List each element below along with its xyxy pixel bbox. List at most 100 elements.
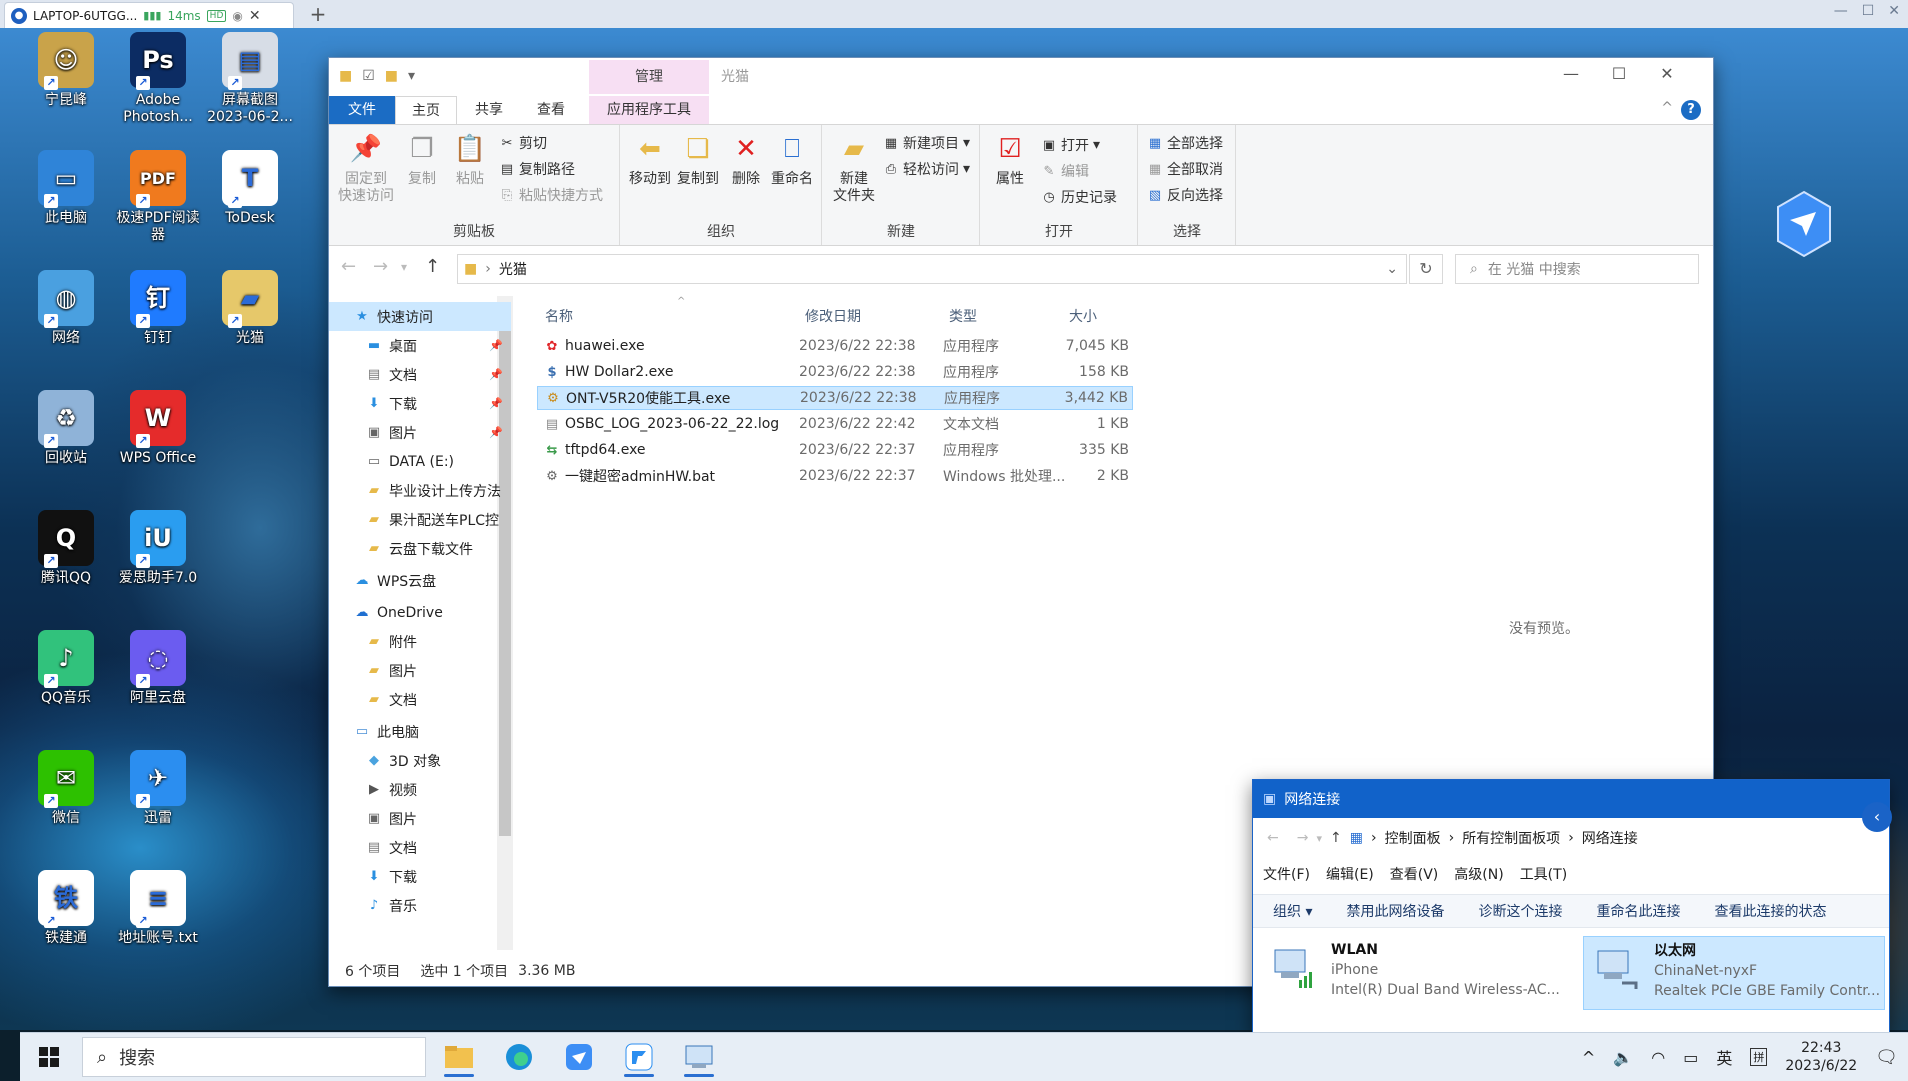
desktop-icon-wechat[interactable]: ✉ 微信 <box>20 750 112 827</box>
nav-item[interactable]: ▶ 视频 <box>329 775 511 804</box>
desktop-icon-photoshop[interactable]: PsAdobe Photosh... <box>112 32 204 126</box>
rename-button[interactable]: ⎕ 重命名 <box>767 131 817 188</box>
desktop-icon-folder[interactable]: ▰ 光猫 <box>204 270 296 347</box>
taskbar-feishu[interactable] <box>554 1037 604 1077</box>
volume-icon[interactable]: 🔈 <box>1613 1048 1633 1067</box>
recent-locations-icon[interactable]: ▾ <box>401 260 407 274</box>
menu-advanced[interactable]: 高级(N) <box>1454 864 1503 892</box>
maximize-button[interactable]: ☐ <box>1599 64 1639 83</box>
file-row[interactable]: ✿ huawei.exe 2023/6/22 22:38 应用程序 7,045 KB <box>537 334 1133 358</box>
desktop-icon-qq-penguin[interactable]: Q 腾讯QQ <box>20 510 112 587</box>
wifi-icon[interactable]: ◠ <box>1651 1048 1665 1067</box>
tab-file[interactable]: 文件 <box>329 96 395 124</box>
tab-view[interactable]: 查看 <box>521 96 581 124</box>
adapter-ethernet[interactable]: 以太网 ChinaNet-nyxF Realtek PCIe GBE Famil… <box>1583 936 1885 1010</box>
nav-item[interactable]: ◆ 3D 对象 <box>329 746 511 775</box>
nav-item[interactable]: ▰ 云盘下载文件 <box>329 534 511 563</box>
copy-path-button[interactable]: ▤ 复制路径 <box>499 159 575 179</box>
up-arrow-icon[interactable]: ↑ <box>1330 830 1342 846</box>
refresh-icon[interactable]: ↻ <box>1409 254 1443 284</box>
forward-arrow-icon[interactable]: → <box>373 256 388 277</box>
nav-item[interactable]: ▰ 附件 <box>329 627 511 656</box>
menu-edit[interactable]: 编辑(E) <box>1326 864 1374 892</box>
properties-quick-icon[interactable]: ☑ <box>362 68 375 84</box>
nav-item[interactable]: ▣ 图片 📌 <box>329 418 511 447</box>
copy-to-button[interactable]: ❏ 复制到 <box>673 131 723 188</box>
address-path[interactable]: 光猫 <box>499 259 527 279</box>
invert-selection-button[interactable]: ▧ 反向选择 <box>1147 185 1223 205</box>
taskbar-network-connections[interactable] <box>674 1037 724 1077</box>
notification-center-icon[interactable]: 🗨 <box>1875 1047 1898 1068</box>
column-modified[interactable]: 修改日期 <box>805 306 861 326</box>
nav-item[interactable]: ▰ 毕业设计上传方法 <box>329 476 511 505</box>
nav-item[interactable]: ▭ DATA (E:) <box>329 447 511 476</box>
collapse-ribbon-icon[interactable]: ^ <box>1661 100 1673 116</box>
file-row[interactable]: $ HW Dollar2.exe 2023/6/22 22:38 应用程序 158 KB <box>537 360 1133 384</box>
nav-item[interactable]: ▭ 此电脑 <box>329 717 511 746</box>
desktop-icon-screenshot-image[interactable]: ▤屏幕截图 2023-06-2... <box>204 32 296 126</box>
menu-file[interactable]: 文件(F) <box>1263 864 1310 892</box>
forward-arrow-icon[interactable]: → <box>1297 830 1309 846</box>
desktop-icon-xunlei[interactable]: ✈ 迅雷 <box>112 750 204 827</box>
desktop-icon-dingtalk[interactable]: 钉钉钉 <box>112 270 204 347</box>
settings-icon[interactable]: ◉ <box>232 9 242 23</box>
remote-session-tab[interactable]: ● LAPTOP-6UTGG... ▮▮▮ 14ms HD ◉ ✕ <box>4 2 294 28</box>
nav-item[interactable]: ▤ 文档 <box>329 833 511 862</box>
pin-to-quick-access-button[interactable]: 📌 固定到 快速访问 <box>337 131 395 205</box>
desktop-icon-wps[interactable]: W WPS Office <box>112 390 204 467</box>
menu-tools[interactable]: 工具(T) <box>1520 864 1567 892</box>
file-row[interactable]: ⇆ tftpd64.exe 2023/6/22 22:37 应用程序 335 KB <box>537 438 1133 462</box>
column-name[interactable]: 名称 <box>545 306 573 326</box>
customize-quick-access-icon[interactable]: ▾ <box>408 68 415 84</box>
file-row[interactable]: ▤ OSBC_LOG_2023-06-22_22.log 2023/6/22 22:… <box>537 412 1133 436</box>
maximize-icon[interactable]: ☐ <box>1862 3 1875 19</box>
close-tab-icon[interactable]: ✕ <box>249 8 261 24</box>
properties-button[interactable]: ☑ 属性 <box>985 131 1035 188</box>
nav-item[interactable]: ★ 快速访问 <box>329 302 511 331</box>
taskbar-file-explorer[interactable] <box>434 1037 484 1077</box>
floating-app-icon[interactable] <box>1776 190 1832 258</box>
address-bar[interactable]: ■ › 光猫 ⌄ <box>457 254 1407 284</box>
delete-button[interactable]: ✕ 删除 <box>721 131 771 188</box>
tab-app-tools[interactable]: 应用程序工具 <box>589 96 709 124</box>
taskbar-edge[interactable] <box>494 1037 544 1077</box>
disable-device-button[interactable]: 禁用此网络设备 <box>1346 901 1444 921</box>
desktop-icon-network[interactable]: ◍ 网络 <box>20 270 112 347</box>
desktop-icon-tiejiantong[interactable]: 铁铁建通 <box>20 870 112 947</box>
new-tab-button[interactable]: + <box>306 2 330 26</box>
tab-home[interactable]: 主页 <box>395 96 457 125</box>
nav-item[interactable]: ☁ WPS云盘 <box>329 566 511 595</box>
search-input[interactable]: ⌕ 在 光猫 中搜索 <box>1455 254 1699 284</box>
start-button[interactable] <box>20 1033 78 1081</box>
paste-button[interactable]: 📋 粘贴 <box>445 131 495 188</box>
clock[interactable]: 22:43 2023/6/22 <box>1785 1039 1857 1075</box>
new-item-button[interactable]: ▦ 新建项目 ▾ <box>883 133 970 153</box>
nav-item[interactable]: ⬇ 下载 📌 <box>329 389 511 418</box>
desktop-icon-user-folder[interactable]: ☺ 宁昆峰 <box>20 32 112 109</box>
minimize-button[interactable]: — <box>1551 64 1591 83</box>
copy-button[interactable]: ❐ 复制 <box>397 131 447 188</box>
nav-item[interactable]: ☁ OneDrive <box>329 598 511 627</box>
breadcrumb-all-items[interactable]: 所有控制面板项 <box>1462 828 1560 848</box>
breadcrumb-network-connections[interactable]: 网络连接 <box>1582 828 1638 848</box>
ime-mode-indicator[interactable]: 拼 <box>1750 1048 1768 1066</box>
desktop-icon-qq-music[interactable]: ♪ QQ音乐 <box>20 630 112 707</box>
nav-item[interactable]: ▣ 图片 <box>329 804 511 833</box>
ime-language-indicator[interactable]: 英 <box>1716 1045 1732 1069</box>
select-none-button[interactable]: ▦ 全部取消 <box>1147 159 1223 179</box>
view-status-button[interactable]: 查看此连接的状态 <box>1714 901 1826 921</box>
adapter-wlan[interactable]: WLAN iPhone Intel(R) Dual Band Wireless-… <box>1261 936 1577 1008</box>
menu-view[interactable]: 查看(V) <box>1390 864 1439 892</box>
new-folder-quick-icon[interactable]: ■ <box>385 68 398 84</box>
nav-item[interactable]: ♪ 音乐 <box>329 891 511 920</box>
close-button[interactable]: ✕ <box>1647 64 1687 83</box>
desktop-icon-pdf-reader[interactable]: PDF极速PDF阅读器 <box>112 150 204 244</box>
select-all-button[interactable]: ▦ 全部选择 <box>1147 133 1223 153</box>
desktop-icon-text-file[interactable]: ≡ 地址账号.txt <box>112 870 204 947</box>
organize-menu-button[interactable]: 组织 ▾ <box>1273 901 1312 921</box>
new-folder-button[interactable]: ▰ 新建 文件夹 <box>829 131 879 205</box>
up-arrow-icon[interactable]: ↑ <box>425 256 440 277</box>
tab-share[interactable]: 共享 <box>459 96 519 124</box>
breadcrumb-control-panel[interactable]: 控制面板 <box>1385 828 1441 848</box>
edit-button[interactable]: ✎ 编辑 <box>1041 161 1089 181</box>
